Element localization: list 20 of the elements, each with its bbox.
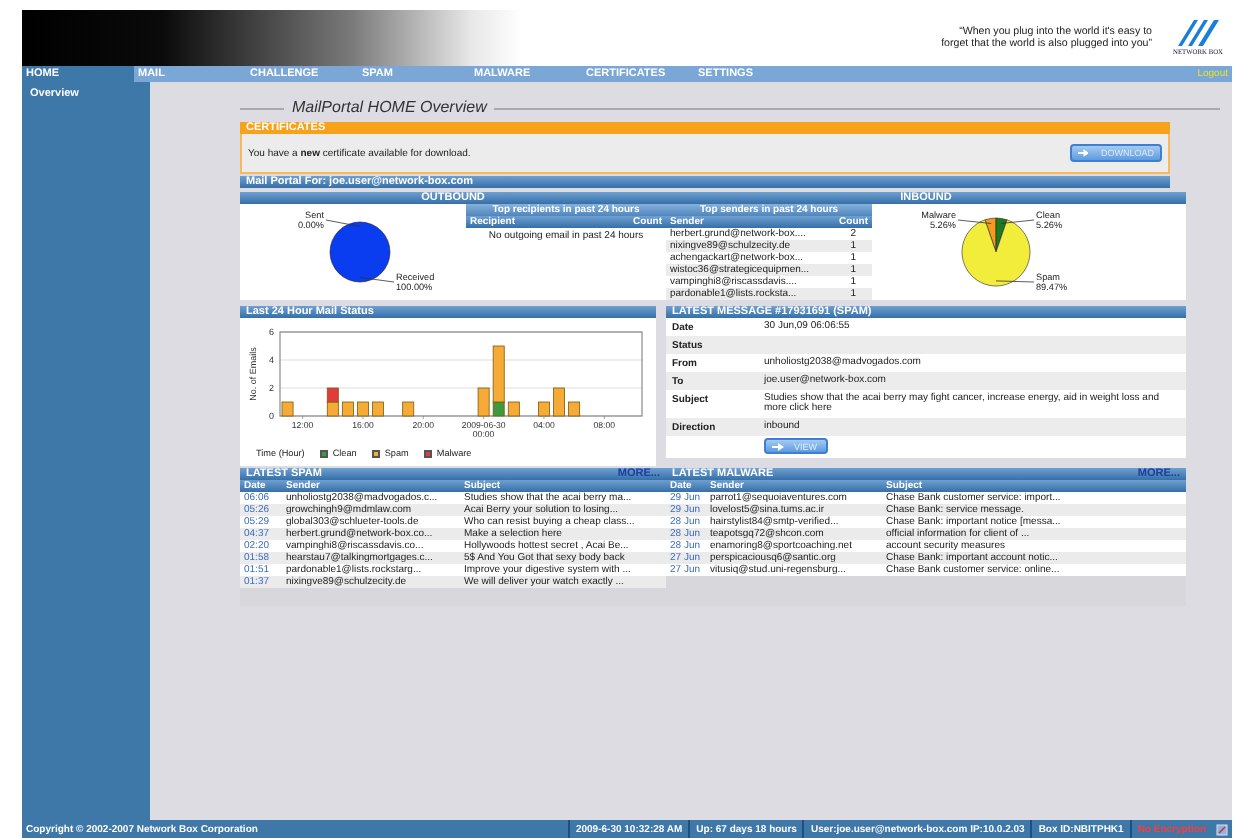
arrow-icon bbox=[772, 441, 784, 451]
window-icon bbox=[1216, 823, 1228, 835]
bar bbox=[538, 401, 550, 417]
arrow-icon bbox=[1078, 148, 1089, 158]
bar bbox=[281, 401, 294, 417]
legend-swatch bbox=[372, 449, 381, 458]
logo-icon bbox=[1176, 18, 1220, 49]
leader-line bbox=[325, 219, 361, 227]
legend-swatch bbox=[424, 449, 433, 458]
leader-line bbox=[359, 277, 395, 283]
page-title: MailPortal HOME Overview bbox=[292, 98, 487, 118]
bar bbox=[372, 401, 384, 417]
leader-line bbox=[957, 219, 992, 224]
leader-line bbox=[995, 280, 1035, 283]
bar bbox=[402, 401, 415, 417]
bar bbox=[357, 401, 369, 417]
bar bbox=[568, 401, 581, 417]
bar bbox=[553, 387, 565, 417]
leader-line bbox=[1000, 219, 1035, 224]
legend-swatch bbox=[320, 449, 329, 458]
